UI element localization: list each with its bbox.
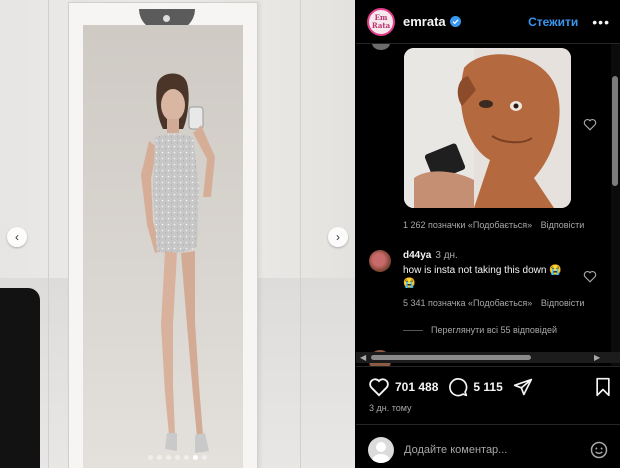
chevron-left-icon[interactable]: ‹ [7,227,27,247]
heart-icon[interactable] [583,118,597,131]
scroll-left-arrow-icon[interactable]: ◀ [360,353,366,362]
divider [356,424,620,425]
vertical-scrollbar[interactable] [611,44,620,366]
post-timestamp: 3 дн. тому [369,403,412,413]
follow-button[interactable]: Стежити [528,15,578,29]
mirror [68,2,258,468]
comment-time: 3 дн. [435,250,458,261]
dog-with-phone-image [404,48,571,208]
avatar [372,44,390,50]
comment-header: d44ya 3 дн. [403,250,458,261]
view-replies-button[interactable]: Переглянути всі 55 відповідей [403,325,557,335]
divider [356,366,620,367]
post-panel: Em Rata emrata Стежити ••• 1 262 позначк… [356,0,620,468]
bookmark-icon[interactable] [594,377,612,397]
comment-meta: 5 341 позначка «Подобається» Відповісти [403,298,584,308]
post-actions: 701 488 5 115 [368,376,612,398]
carousel-dot [166,455,171,460]
comments-count[interactable]: 5 115 [473,380,502,394]
carousel-dot [148,455,153,460]
horizontal-scrollbar[interactable]: ◀ ▶ [356,352,620,363]
carousel-dot [157,455,162,460]
reply-button[interactable]: Відповісти [541,298,585,308]
comment-likes-count[interactable]: 5 341 позначка «Подобається» [403,298,532,308]
wall-edge [300,0,301,468]
comment-icon[interactable] [448,377,468,397]
author-username[interactable]: emrata [403,14,446,29]
comments-list[interactable]: 1 262 позначки «Подобається» Відповісти … [356,44,620,366]
avatar-logo-text: Em Rata [371,12,391,30]
commenter-avatar[interactable] [369,250,391,272]
wall-edge [48,0,49,468]
gif-comment-image [404,48,571,208]
chevron-right-icon[interactable]: › [328,227,348,247]
dark-object [0,288,40,468]
view-replies-label: Переглянути всі 55 відповідей [431,325,557,335]
add-comment-row [368,437,608,463]
carousel-dot [202,455,207,460]
scrollbar-thumb[interactable] [612,76,618,186]
comment-likes-count[interactable]: 1 262 позначки «Подобається» [403,220,532,230]
carousel-dot [193,455,198,460]
carousel-dots [0,455,355,460]
verified-icon [449,16,461,27]
more-options-icon[interactable]: ••• [592,14,610,30]
carousel-dot [184,455,189,460]
likes-count[interactable]: 701 488 [395,380,438,394]
post-header: Em Rata emrata Стежити ••• [356,0,620,44]
commenter-username[interactable]: d44ya [403,250,431,261]
carousel-dot [175,455,180,460]
share-icon[interactable] [513,377,533,397]
scroll-right-arrow-icon[interactable]: ▶ [594,353,600,362]
emoji-icon[interactable] [590,441,608,459]
mirror-glass [83,25,243,468]
user-avatar [368,437,394,463]
replies-divider [403,329,423,331]
scrollbar-thumb[interactable] [371,355,531,360]
heart-icon[interactable] [583,270,597,283]
add-comment-input[interactable] [404,444,590,456]
reply-button[interactable]: Відповісти [541,220,585,230]
comment-meta: 1 262 позначки «Подобається» Відповісти [403,220,584,230]
heart-icon[interactable] [368,377,390,397]
post-photo: ‹ › [0,0,355,468]
author-avatar[interactable]: Em Rata [367,7,395,36]
woman-reflection [141,73,215,453]
comment-text: how is insta not taking this down 😭😭 [403,265,562,289]
